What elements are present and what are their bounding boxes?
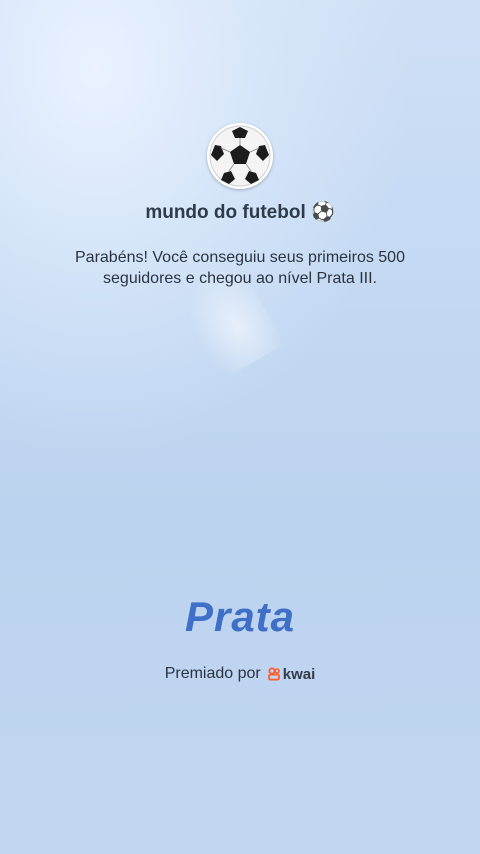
tier-label: Prata — [184, 593, 296, 640]
profile-name: mundo do futebol ⚽ — [145, 202, 335, 223]
kwai-logo: kwai — [267, 665, 316, 683]
achievement-screen: mundo do futebol ⚽ Parabéns! Você conseg… — [0, 0, 480, 854]
kwai-brand-text: kwai — [282, 665, 316, 683]
congratulations-message: Parabéns! Você conseguiu seus primeiros … — [75, 249, 405, 287]
awarded-by-line: Premiado por kwai — [0, 665, 480, 683]
kwai-logo-icon — [267, 667, 281, 681]
awarded-by-label: Premiado por — [164, 665, 261, 682]
avatar[interactable] — [207, 123, 273, 189]
soccer-ball-icon — [207, 123, 273, 189]
